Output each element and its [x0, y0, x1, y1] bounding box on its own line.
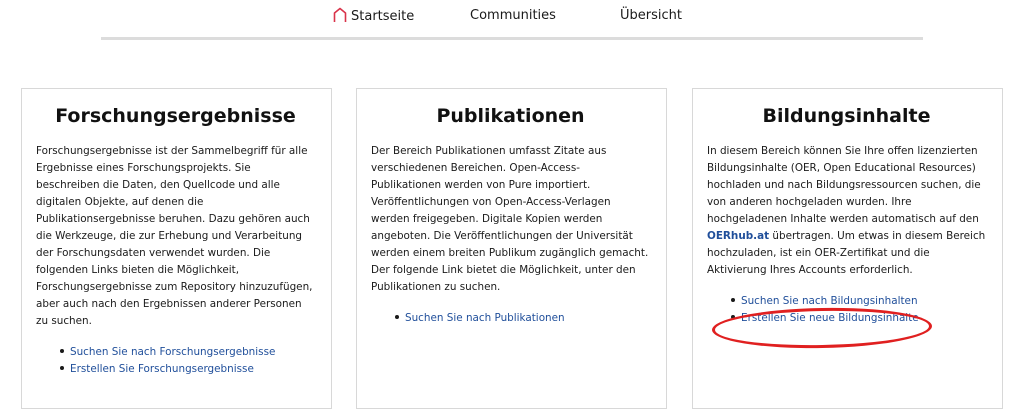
- search-publikationen-link[interactable]: Suchen Sie nach Publikationen: [405, 312, 565, 324]
- bullet-icon: [731, 315, 735, 319]
- create-bildungsinhalte-link[interactable]: Erstellen Sie neue Bildungsinhalte: [741, 312, 919, 324]
- bullet-icon: [731, 298, 735, 302]
- card-title: Forschungsergebnisse: [55, 105, 296, 127]
- nav-divider: [101, 37, 923, 40]
- create-forschungsergebnisse-link[interactable]: Erstellen Sie Forschungsergebnisse: [70, 363, 254, 375]
- list-item: Suchen Sie nach Bildungsinhalten: [731, 293, 986, 310]
- nav-uebersicht[interactable]: Übersicht: [620, 7, 682, 25]
- card-link-list: Suchen Sie nach Forschungsergebnisse Ers…: [36, 344, 315, 378]
- card-description: Der Bereich Publikationen umfasst Zitate…: [371, 145, 649, 293]
- list-item: Erstellen Sie Forschungsergebnisse: [60, 361, 315, 378]
- bullet-icon: [60, 366, 64, 370]
- card-title: Publikationen: [436, 105, 585, 127]
- nav-startseite-label: Startseite: [351, 9, 415, 24]
- card-forschungsergebnisse: Forschungsergebnisse Forschungsergebniss…: [21, 88, 332, 409]
- card-title: Bildungsinhalte: [762, 105, 931, 127]
- card-bildungsinhalte: Bildungsinhalte In diesem Bereich können…: [692, 88, 1003, 409]
- card-description-part1: In diesem Bereich können Sie Ihre offen …: [707, 145, 981, 225]
- nav-startseite[interactable]: Startseite: [333, 7, 414, 26]
- oerhub-link[interactable]: OERhub.at: [707, 230, 769, 242]
- list-item: Suchen Sie nach Forschungsergebnisse: [60, 344, 315, 361]
- card-description: Forschungsergebnisse ist der Sammelbegri…: [36, 145, 313, 327]
- page: Startseite Communities Übersicht Forschu…: [0, 0, 1024, 420]
- house-icon: [333, 7, 347, 23]
- card-link-list: Suchen Sie nach Publikationen: [371, 310, 650, 327]
- search-bildungsinhalte-link[interactable]: Suchen Sie nach Bildungsinhalten: [741, 295, 918, 307]
- bullet-icon: [395, 315, 399, 319]
- search-forschungsergebnisse-link[interactable]: Suchen Sie nach Forschungsergebnisse: [70, 346, 275, 358]
- card-description: In diesem Bereich können Sie Ihre offen …: [707, 143, 986, 279]
- bullet-icon: [60, 349, 64, 353]
- list-item: Suchen Sie nach Publikationen: [395, 310, 650, 327]
- nav-communities[interactable]: Communities: [470, 7, 556, 25]
- top-navigation: Startseite Communities Übersicht: [0, 0, 1024, 40]
- card-link-list: Suchen Sie nach Bildungsinhalten Erstell…: [707, 293, 986, 327]
- card-publikationen: Publikationen Der Bereich Publikationen …: [356, 88, 667, 409]
- list-item: Erstellen Sie neue Bildungsinhalte: [731, 310, 986, 327]
